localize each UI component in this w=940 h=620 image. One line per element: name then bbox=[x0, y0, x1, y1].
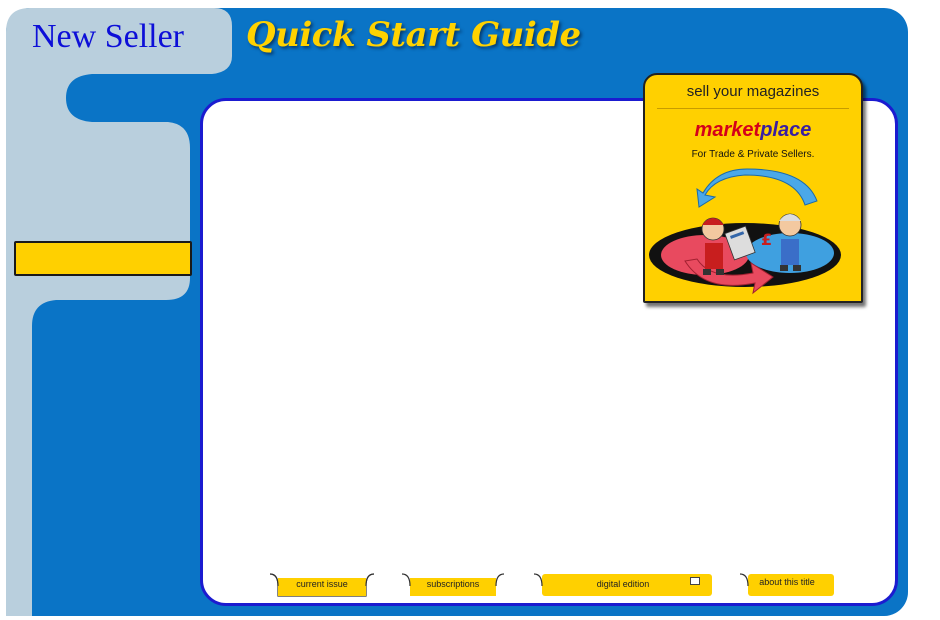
seller-figure-right bbox=[778, 213, 802, 271]
page-frame: New Seller Quick Start Guide sell your m… bbox=[0, 0, 940, 620]
promo-brand: marketplace bbox=[645, 119, 861, 142]
pound-sign-icon: £ bbox=[761, 230, 772, 249]
promo-subtitle: For Trade & Private Sellers. bbox=[691, 149, 815, 160]
tab-subscriptions[interactable]: subscriptions bbox=[400, 572, 506, 598]
brand-title: New Seller bbox=[32, 18, 185, 55]
tab-label: digital edition bbox=[596, 579, 650, 589]
tab-label: subscriptions bbox=[426, 579, 480, 589]
tab-label: about this title bbox=[759, 577, 815, 587]
tab-digital-edition[interactable]: digital edition bbox=[532, 572, 714, 598]
tab-about-this-title[interactable]: about this title bbox=[738, 572, 836, 598]
promo-tagline: sell your magazines bbox=[686, 83, 820, 100]
monitor-icon bbox=[690, 577, 700, 585]
promo-brand-part1: market bbox=[694, 119, 761, 141]
promo-divider bbox=[657, 108, 849, 109]
tab-current-issue[interactable]: current issue bbox=[268, 572, 376, 598]
promo-illustration: £ bbox=[649, 168, 841, 295]
blue-arrow bbox=[696, 168, 818, 208]
page-title: Quick Start Guide bbox=[246, 15, 581, 55]
sidebar-button[interactable] bbox=[14, 241, 192, 276]
promo-brand-part2: place bbox=[760, 119, 812, 141]
marketplace-promo[interactable]: sell your magazines marketplace For Trad… bbox=[643, 73, 863, 303]
seller-figure-left bbox=[701, 217, 725, 275]
tab-label: current issue bbox=[296, 579, 348, 589]
